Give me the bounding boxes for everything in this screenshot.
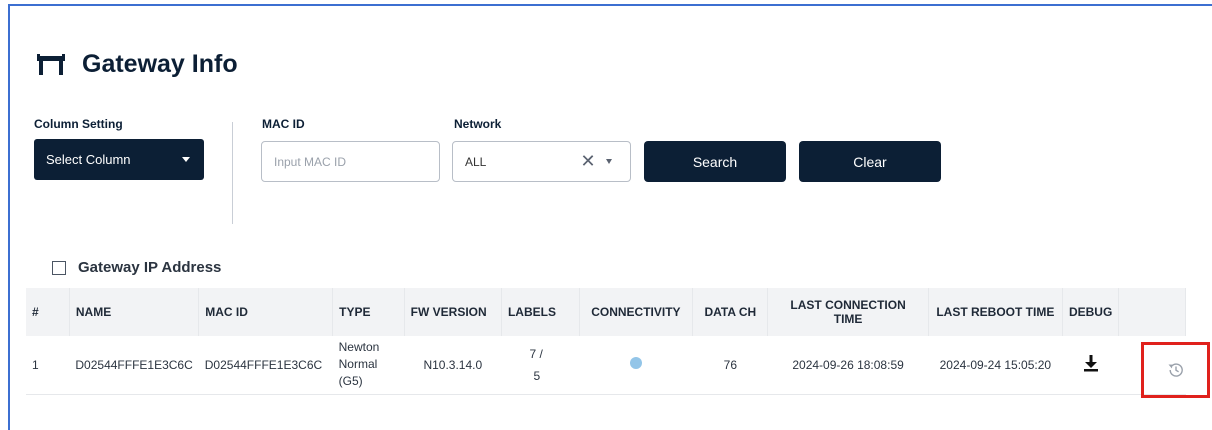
labels-bottom: 5 [533,368,541,383]
cell-fw-version: N10.3.14.0 [404,336,502,395]
cell-connectivity [579,336,693,395]
clear-button[interactable]: Clear [799,141,941,182]
chevron-down-icon[interactable] [606,159,612,164]
cell-last-reboot-time: 2024-09-24 15:05:20 [928,336,1063,395]
select-column-text: Select Column [46,152,131,167]
clear-selection-icon[interactable]: ✕ [578,151,598,172]
caret-down-icon [182,157,190,162]
col-labels: LABELS [501,288,580,336]
cell-type: Newton Normal (G5) [332,336,405,395]
col-type: TYPE [332,288,405,336]
type-line: (G5) [338,374,363,389]
col-last-reboot-time: LAST REBOOT TIME [928,288,1063,336]
history-icon[interactable] [1167,361,1185,379]
col-mac-id: MAC ID [198,288,334,336]
type-line: Newton [338,340,380,355]
col-name: NAME [69,288,200,336]
connectivity-status-dot [629,357,642,370]
network-select[interactable]: ALL ✕ [452,141,631,182]
gateway-ip-checkbox[interactable] [52,260,66,275]
page-header: Gateway Info [36,50,238,79]
col-fw-version: FW VERSION [404,288,502,336]
network-value: ALL [465,154,487,169]
mac-id-label: MAC ID [262,117,305,131]
col-debug: DEBUG [1062,288,1120,336]
cell-last-connection-time: 2024-09-26 18:08:59 [767,336,929,395]
cell-name: D02544FFFE1E3C6C [69,336,199,395]
cell-data-ch: 76 [692,336,768,395]
type-line: Normal [338,357,378,372]
gateway-ip-label: Gateway IP Address [78,259,222,276]
history-highlight-box [1141,342,1210,398]
cell-debug [1062,336,1119,395]
col-connectivity: CONNECTIVITY [579,288,694,336]
table-header-row: # NAME MAC ID TYPE FW VERSION LABELS CON… [26,288,1186,336]
table-row: 1 D02544FFFE1E3C6C D02544FFFE1E3C6C Newt… [26,336,1186,395]
download-icon[interactable] [1083,354,1099,372]
search-button[interactable]: Search [644,141,786,182]
column-setting-label: Column Setting [34,117,123,131]
labels-top: 7 / [529,346,543,361]
select-column-dropdown[interactable]: Select Column [34,139,204,180]
page-title: Gateway Info [82,50,238,78]
col-index: # [26,288,70,336]
col-actions [1118,288,1186,336]
gateway-table: # NAME MAC ID TYPE FW VERSION LABELS CON… [26,288,1186,395]
gateway-ip-toggle[interactable]: Gateway IP Address [52,259,221,276]
filter-divider [232,122,233,224]
network-label: Network [454,117,502,131]
cell-index: 1 [26,336,70,395]
col-last-connection-time: LAST CONNECTION TIME [767,288,929,336]
cell-labels: 7 / 5 [501,336,580,395]
col-data-ch: DATA CH [692,288,769,336]
gateway-icon [37,53,65,75]
mac-id-input[interactable] [261,141,440,182]
cell-mac-id: D02544FFFE1E3C6C [198,336,333,395]
